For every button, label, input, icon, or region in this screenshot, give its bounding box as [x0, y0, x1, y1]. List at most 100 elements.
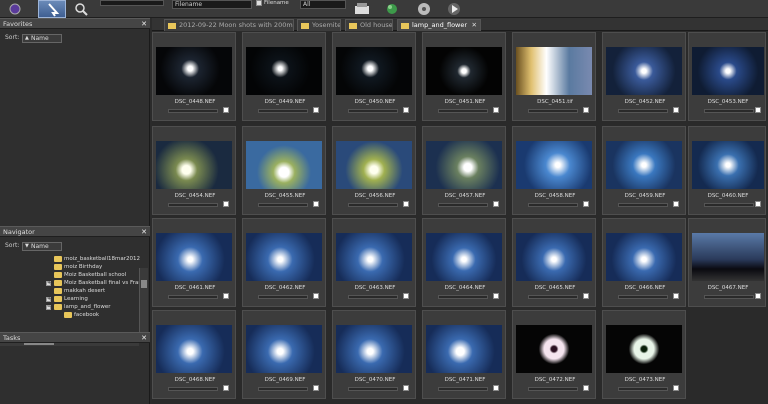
- thumbnail-cell[interactable]: DSC_0455.NEF: [242, 126, 326, 215]
- collapse-icon[interactable]: −: [46, 305, 51, 310]
- thumbnail-cell[interactable]: DSC_0469.NEF: [242, 310, 326, 399]
- thumbnail-cell[interactable]: DSC_0457.NEF: [422, 126, 506, 215]
- select-checkbox[interactable]: [755, 107, 761, 113]
- app-icon[interactable]: [6, 0, 24, 18]
- thumbnail-image[interactable]: [336, 47, 412, 95]
- thumbnail-cell[interactable]: DSC_0450.NEF: [332, 32, 416, 121]
- thumbnail-image[interactable]: [516, 233, 592, 281]
- filter-text-input[interactable]: Filename: [172, 0, 252, 9]
- thumbnail-image[interactable]: [336, 141, 412, 189]
- thumbnail-image[interactable]: [336, 233, 412, 281]
- thumbnail-cell[interactable]: DSC_0451.tif: [512, 32, 596, 121]
- close-icon[interactable]: ✕: [141, 227, 147, 237]
- thumbnail-image[interactable]: [156, 141, 232, 189]
- thumbnail-cell[interactable]: DSC_0466.NEF: [602, 218, 686, 307]
- thumbnail-image[interactable]: [692, 47, 764, 95]
- close-icon[interactable]: ✕: [472, 20, 477, 31]
- expand-icon[interactable]: +: [46, 281, 51, 286]
- rating-bar[interactable]: [704, 295, 754, 299]
- select-checkbox[interactable]: [223, 385, 229, 391]
- filename-checkbox[interactable]: [256, 0, 262, 6]
- select-checkbox[interactable]: [493, 293, 499, 299]
- rating-bar[interactable]: [438, 295, 488, 299]
- rating-bar[interactable]: [258, 387, 308, 391]
- tree-item[interactable]: moiz_basketball18mar2012: [64, 255, 140, 263]
- search-icon[interactable]: [70, 0, 92, 18]
- tree-item-selected[interactable]: lamp_and_flower: [64, 303, 111, 311]
- rating-bar[interactable]: [704, 203, 754, 207]
- thumbnail-cell[interactable]: DSC_0449.NEF: [242, 32, 326, 121]
- select-checkbox[interactable]: [403, 385, 409, 391]
- thumbnail-image[interactable]: [692, 233, 764, 281]
- rating-bar[interactable]: [618, 387, 668, 391]
- thumbnail-image[interactable]: [246, 47, 322, 95]
- thumbnail-image[interactable]: [156, 233, 232, 281]
- thumbnail-image[interactable]: [516, 325, 592, 373]
- tab-yosemite[interactable]: Yosemite: [297, 19, 341, 31]
- thumbnail-image[interactable]: [692, 141, 764, 189]
- thumbnail-image[interactable]: [246, 325, 322, 373]
- thumbnail-image[interactable]: [516, 141, 592, 189]
- thumbnail-image[interactable]: [336, 325, 412, 373]
- thumbnail-image[interactable]: [426, 141, 502, 189]
- thumbnail-cell[interactable]: DSC_0472.NEF: [512, 310, 596, 399]
- thumbnail-image[interactable]: [606, 47, 682, 95]
- close-icon[interactable]: ✕: [141, 19, 147, 29]
- select-checkbox[interactable]: [493, 201, 499, 207]
- tab-old-house[interactable]: Old house: [345, 19, 393, 31]
- thumbnail-cell[interactable]: DSC_0452.NEF: [602, 32, 686, 121]
- thumbnail-cell[interactable]: DSC_0451.NEF: [422, 32, 506, 121]
- edit-icon[interactable]: [382, 0, 402, 18]
- thumbnail-cell[interactable]: DSC_0448.NEF: [152, 32, 236, 121]
- tree-item[interactable]: Learning: [64, 295, 88, 303]
- select-checkbox[interactable]: [403, 201, 409, 207]
- navigator-vertical-scrollbar[interactable]: [139, 268, 148, 338]
- select-checkbox[interactable]: [673, 201, 679, 207]
- rating-bar[interactable]: [618, 203, 668, 207]
- thumbnail-image[interactable]: [606, 325, 682, 373]
- thumbnail-image[interactable]: [606, 233, 682, 281]
- rating-bar[interactable]: [438, 387, 488, 391]
- thumbnail-cell[interactable]: DSC_0465.NEF: [512, 218, 596, 307]
- thumbnail-cell[interactable]: DSC_0458.NEF: [512, 126, 596, 215]
- rating-bar[interactable]: [168, 203, 218, 207]
- rating-bar[interactable]: [438, 203, 488, 207]
- rating-bar[interactable]: [618, 295, 668, 299]
- rating-bar[interactable]: [348, 203, 398, 207]
- select-checkbox[interactable]: [583, 107, 589, 113]
- rating-bar[interactable]: [348, 109, 398, 113]
- tree-item[interactable]: moiz Birthday: [64, 263, 102, 271]
- expand-icon[interactable]: +: [46, 297, 51, 302]
- filter-dropdown[interactable]: All: [300, 0, 346, 9]
- select-checkbox[interactable]: [223, 107, 229, 113]
- thumbnail-image[interactable]: [426, 325, 502, 373]
- thumbnail-cell[interactable]: DSC_0460.NEF: [688, 126, 766, 215]
- thumbnail-cell[interactable]: DSC_0456.NEF: [332, 126, 416, 215]
- thumbnail-cell[interactable]: DSC_0468.NEF: [152, 310, 236, 399]
- thumbnail-image[interactable]: [156, 47, 232, 95]
- select-checkbox[interactable]: [313, 107, 319, 113]
- rating-bar[interactable]: [168, 295, 218, 299]
- rating-bar[interactable]: [528, 203, 578, 207]
- thumbnail-cell[interactable]: DSC_0464.NEF: [422, 218, 506, 307]
- tab-moon-shots[interactable]: 2012-09-22 Moon shots with 200mm: [164, 19, 294, 31]
- thumbnail-image[interactable]: [426, 47, 502, 95]
- select-checkbox[interactable]: [583, 385, 589, 391]
- select-checkbox[interactable]: [493, 107, 499, 113]
- rating-bar[interactable]: [704, 109, 754, 113]
- select-checkbox[interactable]: [313, 201, 319, 207]
- select-checkbox[interactable]: [403, 293, 409, 299]
- rating-bar[interactable]: [258, 295, 308, 299]
- tree-item[interactable]: Moiz Basketball school: [64, 271, 126, 279]
- tree-item[interactable]: makkah desert: [64, 287, 105, 295]
- thumbnail-cell[interactable]: DSC_0461.NEF: [152, 218, 236, 307]
- slideshow-icon[interactable]: [444, 0, 464, 18]
- select-checkbox[interactable]: [755, 293, 761, 299]
- thumbnail-image[interactable]: [156, 325, 232, 373]
- toolbar-field[interactable]: [100, 0, 164, 6]
- disc-icon[interactable]: [414, 0, 434, 18]
- rating-bar[interactable]: [168, 387, 218, 391]
- thumbnail-image[interactable]: [246, 141, 322, 189]
- rating-bar[interactable]: [258, 203, 308, 207]
- select-checkbox[interactable]: [313, 385, 319, 391]
